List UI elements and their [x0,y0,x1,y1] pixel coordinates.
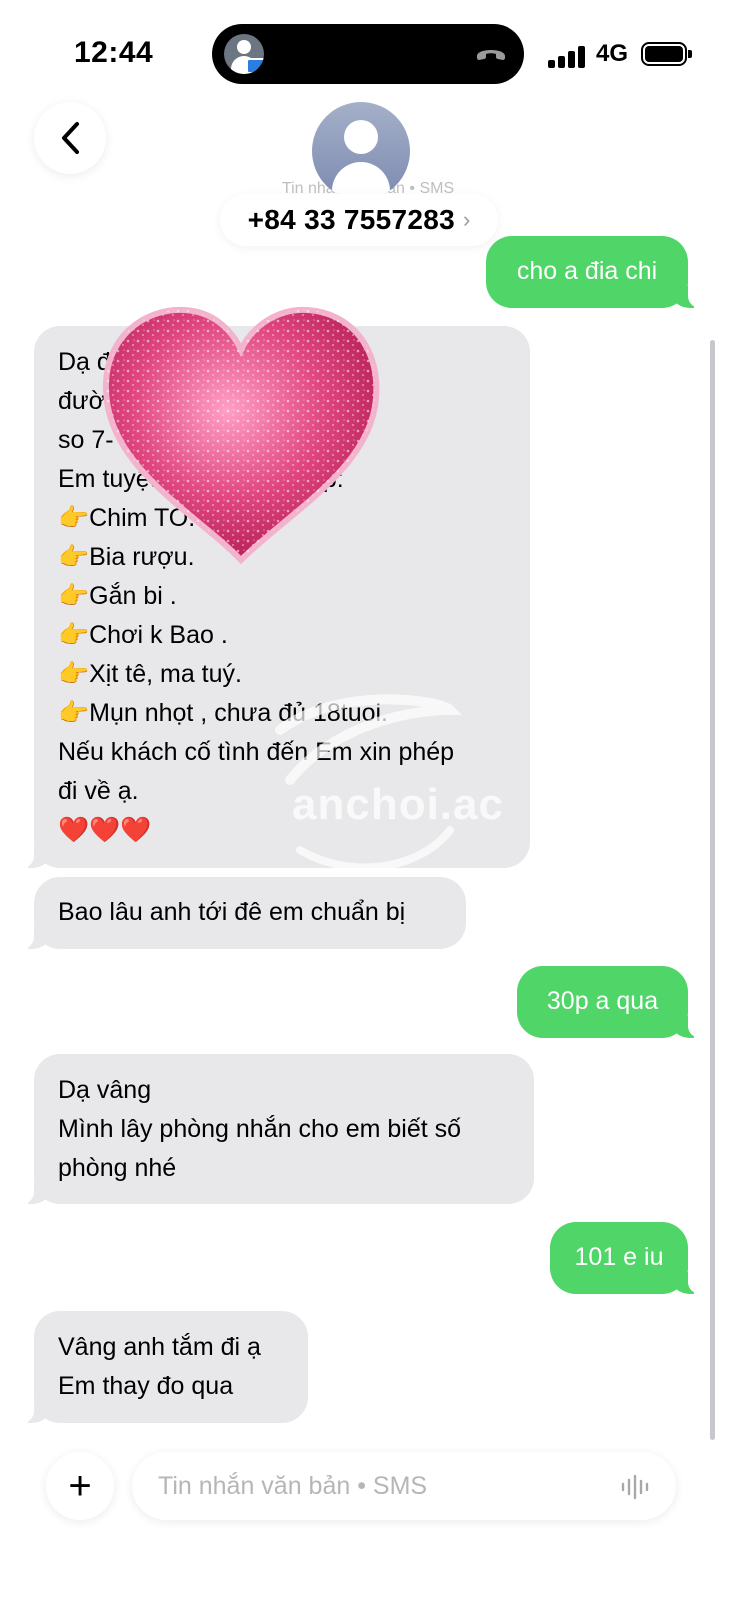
battery-icon [641,42,692,66]
message-input-placeholder: Tin nhắn văn bản • SMS [158,1471,428,1500]
dynamic-island[interactable] [212,24,524,84]
message-input[interactable]: Tin nhắn văn bản • SMS [132,1452,676,1520]
message-bubble-incoming[interactable]: Vâng anh tắm đi ạ Em thay đo qua [20,1311,308,1423]
heart-sticker[interactable] [96,298,386,568]
message-text: Bao lâu anh tới đê em chuẩn bị [58,898,406,926]
contact-avatar[interactable] [312,102,410,200]
signal-icon [548,46,588,68]
contact-number: +84 33 7557283 [247,204,456,235]
message-bubble-outgoing[interactable]: 30p a qua [517,966,702,1038]
call-avatar-icon [224,34,264,74]
message-text: 30p a qua [546,987,659,1015]
chevron-left-icon [62,122,79,154]
add-attachment-button[interactable]: + [46,1452,114,1520]
waveform-icon[interactable] [620,1474,652,1500]
message-text: cho a đia chi [516,257,658,285]
phone-icon [477,50,505,60]
status-bar: 12:44 4G [0,0,736,110]
watermark-text: anchoi.ac [292,780,504,829]
message-text: Dạ vâng Mình lây phòng nhắn cho em biết … [58,1076,462,1182]
message-bubble-incoming[interactable]: Dạ vâng Mình lây phòng nhắn cho em biết … [20,1054,534,1204]
contact-name-button[interactable]: +84 33 7557283 › [220,194,498,246]
status-time: 12:44 [74,36,154,69]
message-text: Vâng anh tắm đi ạ Em thay đo qua [58,1333,261,1400]
network-type: 4G [596,40,629,67]
message-text: 101 e iu [574,1243,664,1271]
chevron-right-icon: › [463,207,471,232]
message-bubble-outgoing[interactable]: cho a đia chi [486,236,702,308]
plus-icon: + [68,1463,92,1508]
message-bubble-outgoing[interactable]: 101 e iu [550,1222,702,1294]
back-button[interactable] [34,102,106,174]
scrollbar[interactable] [710,340,715,1440]
person-icon [344,120,378,154]
